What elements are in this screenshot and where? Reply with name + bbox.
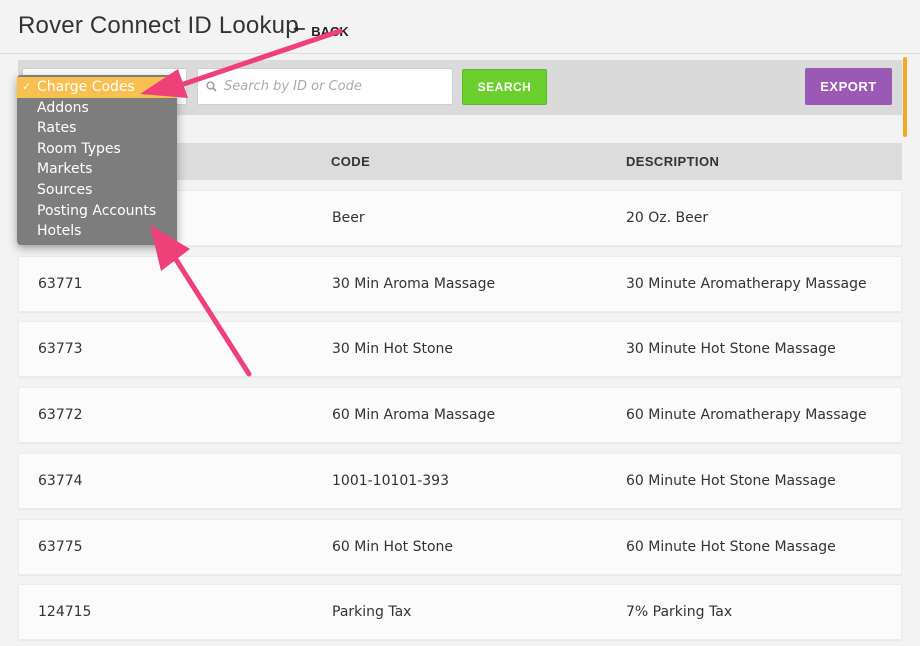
dropdown-item-label: Rates (37, 120, 77, 137)
dropdown-item-label: Sources (37, 181, 93, 198)
page-title: Rover Connect ID Lookup (18, 12, 299, 39)
dropdown-item-posting-accounts[interactable]: Posting Accounts (17, 201, 177, 222)
cell-code: 1001-10101-393 (332, 472, 449, 489)
cell-description: 7% Parking Tax (626, 604, 733, 621)
cell-description: 60 Minute Aromatherapy Massage (626, 407, 867, 424)
cell-code: 60 Min Hot Stone (332, 538, 454, 555)
dropdown-item-markets[interactable]: Markets (17, 159, 177, 180)
dropdown-item-label: Markets (37, 161, 93, 178)
cell-id: 63775 (38, 538, 83, 555)
table-row[interactable]: 63771 30 Min Aroma Massage 30 Minute Aro… (18, 255, 902, 312)
cell-id: 63773 (38, 341, 83, 358)
cell-code: 30 Min Aroma Massage (332, 275, 496, 292)
dropdown-item-room-types[interactable]: Room Types (17, 139, 177, 160)
dropdown-item-label: Addons (37, 99, 89, 116)
export-button[interactable]: EXPORT (805, 68, 892, 105)
dropdown-item-label: Charge Codes (37, 79, 135, 95)
cell-description: 20 Oz. Beer (626, 210, 709, 226)
table-row[interactable]: 63772 60 Min Aroma Massage 60 Minute Aro… (18, 387, 902, 444)
back-link[interactable]: 🠔 BACK (293, 19, 349, 43)
scrollbar[interactable] (903, 57, 907, 137)
cell-id: 63771 (38, 275, 83, 292)
column-header-description: DESCRIPTION (626, 154, 720, 169)
dropdown-item-sources[interactable]: Sources (17, 180, 177, 201)
cell-code: 30 Min Hot Stone (332, 341, 454, 358)
table-row[interactable]: 63775 60 Min Hot Stone 60 Minute Hot Sto… (18, 518, 902, 575)
lookup-type-dropdown-menu[interactable]: ✓ Charge Codes Addons Rates Room Types M… (17, 75, 177, 245)
cell-id: 124715 (38, 604, 92, 621)
checkmark-icon: ✓ (22, 80, 32, 93)
table-row[interactable]: 63774 1001-10101-393 60 Minute Hot Stone… (18, 452, 902, 509)
header: Rover Connect ID Lookup 🠔 BACK (0, 0, 920, 54)
dropdown-item-charge-codes[interactable]: ✓ Charge Codes (17, 77, 177, 98)
cell-id: 63772 (38, 407, 83, 424)
cell-description: 60 Minute Hot Stone Massage (626, 472, 836, 489)
back-label: BACK (311, 23, 349, 39)
search-icon (198, 81, 224, 92)
cell-description: 30 Minute Hot Stone Massage (626, 341, 836, 358)
table-row[interactable]: 63773 30 Min Hot Stone 30 Minute Hot Sto… (18, 321, 902, 378)
cell-description: 30 Minute Aromatherapy Massage (626, 275, 867, 292)
cell-code: Beer (332, 210, 365, 226)
dropdown-item-label: Room Types (37, 140, 121, 157)
column-header-code: CODE (331, 154, 371, 169)
arrow-left-icon: 🠔 (293, 21, 306, 37)
cell-id: 63774 (38, 472, 83, 489)
table-row[interactable]: 124715 Parking Tax 7% Parking Tax (18, 584, 902, 641)
dropdown-item-label: Posting Accounts (37, 202, 157, 219)
dropdown-item-hotels[interactable]: Hotels (17, 221, 177, 242)
search-box[interactable] (197, 68, 453, 105)
cell-description: 60 Minute Hot Stone Massage (626, 538, 836, 555)
dropdown-item-rates[interactable]: Rates (17, 118, 177, 139)
dropdown-item-addons[interactable]: Addons (17, 98, 177, 119)
cell-code: Parking Tax (332, 604, 412, 621)
cell-code: 60 Min Aroma Massage (332, 407, 496, 424)
dropdown-item-label: Hotels (37, 223, 82, 240)
search-input[interactable] (224, 79, 444, 94)
search-button[interactable]: SEARCH (462, 69, 547, 105)
